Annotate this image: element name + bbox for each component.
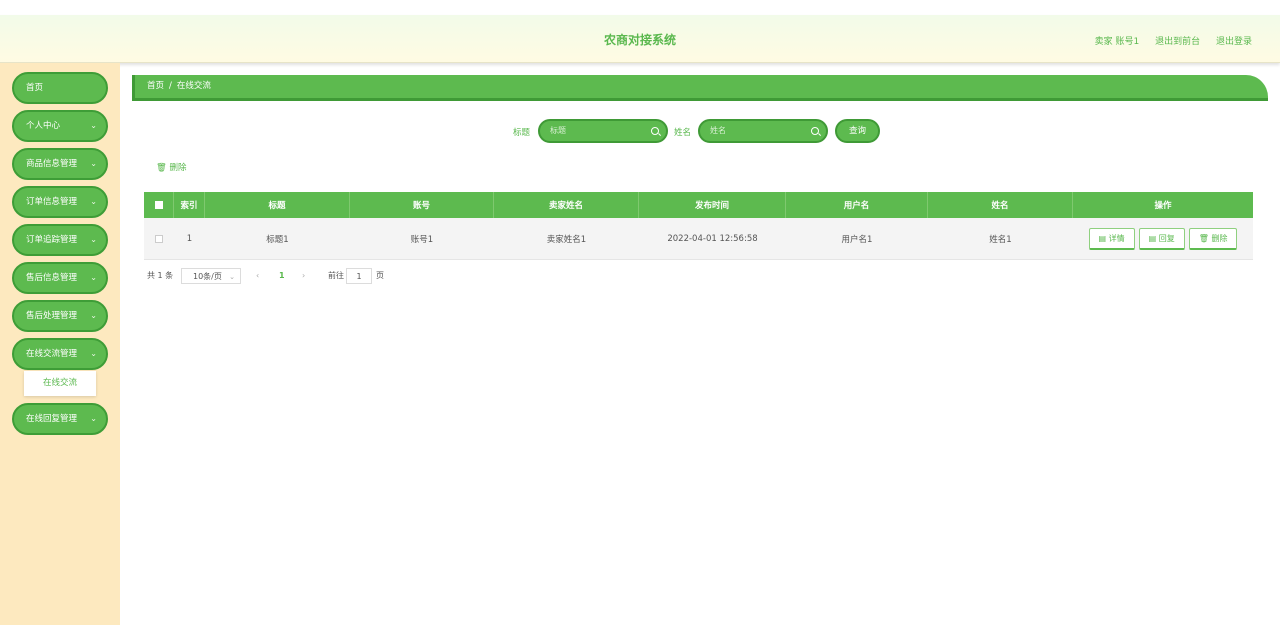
title-search-placeholder: 标题 xyxy=(550,126,566,135)
sidebar-item-aftersale-handling[interactable]: 售后处理管理 ⌄ xyxy=(12,300,108,332)
select-all-cell xyxy=(144,192,174,218)
chevron-down-icon: ⌄ xyxy=(90,197,97,206)
delete-button[interactable]: 🗑 删除 xyxy=(1188,227,1238,250)
detail-button[interactable]: ▤ 详情 xyxy=(1088,227,1135,250)
sidebar-item-home[interactable]: 首页 xyxy=(12,72,108,104)
name-search-input[interactable]: 姓名 xyxy=(698,119,828,143)
row-select-cell xyxy=(144,218,174,259)
name-search-label: 姓名 xyxy=(674,128,692,138)
logout-link[interactable]: 退出登录 xyxy=(1216,37,1252,47)
breadcrumb-separator: / xyxy=(169,81,172,91)
page-unit-label: 页 xyxy=(376,271,384,280)
table-header: 索引 标题 账号 卖家姓名 发布时间 用户名 姓名 操作 xyxy=(144,192,1253,218)
next-page-button[interactable]: › xyxy=(302,268,305,284)
title-search-input[interactable]: 标题 xyxy=(538,119,668,143)
breadcrumb-home[interactable]: 首页 xyxy=(147,81,164,91)
search-icon xyxy=(651,127,659,135)
breadcrumb: 首页 / 在线交流 xyxy=(132,75,1268,101)
column-header: 账号 xyxy=(350,192,494,218)
sidebar-item-label: 在线交流管理 xyxy=(26,349,78,359)
search-icon xyxy=(811,127,819,135)
current-user: 卖家 账号1 xyxy=(1094,37,1140,47)
pagination-total: 共 1 条 xyxy=(147,271,174,280)
cell-publish-time: 2022-04-01 12:56:58 xyxy=(667,233,758,244)
goto-label: 前往 xyxy=(328,271,344,280)
chevron-down-icon: ⌄ xyxy=(90,273,97,282)
sidebar-item-online-chat[interactable]: 在线交流管理 ⌄ xyxy=(12,338,108,370)
chevron-down-icon: ⌄ xyxy=(229,273,235,281)
submenu-online-chat[interactable]: 在线交流 xyxy=(24,371,96,396)
cell-account: 账号1 xyxy=(410,234,434,245)
table-row: 1 标题1 账号1 卖家姓名1 2022-04-01 12:56:58 用户名1… xyxy=(144,218,1253,260)
select-all-checkbox[interactable] xyxy=(154,201,163,209)
top-header: 农商对接系统 卖家 账号1 退出到前台 退出登录 xyxy=(0,15,1280,63)
column-header: 发布时间 xyxy=(639,192,786,218)
chevron-down-icon: ⌄ xyxy=(90,311,97,320)
column-header: 姓名 xyxy=(928,192,1073,218)
batch-delete-button[interactable]: 🗑 删除 xyxy=(156,161,187,173)
sidebar-item-aftersale-info[interactable]: 售后信息管理 ⌄ xyxy=(12,262,108,294)
sidebar-item-order-info[interactable]: 订单信息管理 ⌄ xyxy=(12,186,108,218)
current-page[interactable]: 1 xyxy=(279,268,285,284)
sidebar-item-label: 售后信息管理 xyxy=(26,273,78,283)
goto-page-input[interactable]: 1 xyxy=(346,268,372,284)
cell-name: 姓名1 xyxy=(989,234,1012,245)
chevron-down-icon: ⌄ xyxy=(90,159,97,168)
sidebar-item-label: 首页 xyxy=(26,83,44,93)
chevron-down-icon: ⌄ xyxy=(90,349,97,358)
cell-title: 标题1 xyxy=(266,234,289,245)
cell-username: 用户名1 xyxy=(841,234,873,245)
chevron-down-icon: ⌄ xyxy=(90,235,97,244)
column-header: 标题 xyxy=(205,192,350,218)
row-checkbox[interactable] xyxy=(155,234,163,243)
name-search-placeholder: 姓名 xyxy=(710,126,726,135)
prev-page-button[interactable]: ‹ xyxy=(256,268,259,284)
reply-button[interactable]: ▤ 回复 xyxy=(1138,227,1185,250)
chevron-down-icon: ⌄ xyxy=(90,414,97,423)
sidebar-item-order-tracking[interactable]: 订单追踪管理 ⌄ xyxy=(12,224,108,256)
header-links: 卖家 账号1 退出到前台 退出登录 xyxy=(1082,34,1252,47)
sidebar-item-product-info[interactable]: 商品信息管理 ⌄ xyxy=(12,148,108,180)
page-size-value: 10条/页 xyxy=(193,272,222,281)
exit-to-front-link[interactable]: 退出到前台 xyxy=(1155,37,1200,47)
breadcrumb-current: 在线交流 xyxy=(176,81,211,91)
column-header: 用户名 xyxy=(786,192,928,218)
sidebar-item-label: 在线回复管理 xyxy=(26,414,78,424)
sidebar-item-online-reply[interactable]: 在线回复管理 ⌄ xyxy=(12,403,108,435)
query-button[interactable]: 查询 xyxy=(835,119,880,143)
cell-index: 1 xyxy=(186,233,193,244)
column-header: 操作 xyxy=(1154,201,1172,211)
page-size-select[interactable]: 10条/页 ⌄ xyxy=(181,268,241,284)
sidebar-item-label: 售后处理管理 xyxy=(26,311,78,321)
column-header: 卖家姓名 xyxy=(494,192,639,218)
sidebar-item-label: 商品信息管理 xyxy=(26,159,78,169)
title-search-label: 标题 xyxy=(513,128,531,138)
cell-seller-name: 卖家姓名1 xyxy=(546,234,587,245)
sidebar-item-label: 订单信息管理 xyxy=(26,197,78,207)
data-table: 索引 标题 账号 卖家姓名 发布时间 用户名 姓名 操作 1 标题1 账号1 卖… xyxy=(144,192,1253,260)
column-header: 索引 xyxy=(174,192,205,218)
search-bar: 标题 标题 姓名 姓名 查询 xyxy=(0,118,1280,144)
sidebar-item-label: 订单追踪管理 xyxy=(26,235,78,245)
cell-actions: ▤ 详情 ▤ 回复 🗑 删除 xyxy=(1073,218,1253,259)
